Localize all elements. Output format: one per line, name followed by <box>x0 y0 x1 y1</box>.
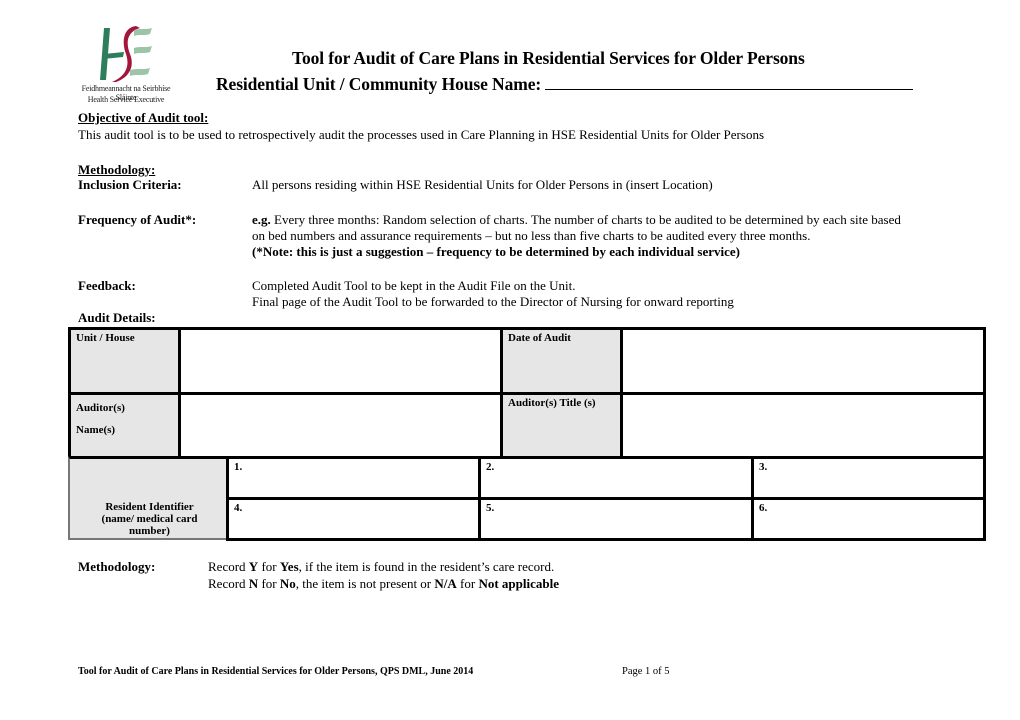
frequency-note: (*Note: this is just a suggestion – freq… <box>252 244 740 259</box>
record-methodology-label: Methodology: <box>78 559 156 574</box>
feedback-label: Feedback: <box>78 278 136 293</box>
date-of-audit-label: Date of Audit <box>508 332 571 344</box>
unit-name-line: Residential Unit / Community House Name: <box>216 74 914 95</box>
inclusion-text: All persons residing within HSE Resident… <box>252 177 713 192</box>
text-run-bold: Yes <box>279 559 299 574</box>
text-run: , if the item is found in the resident’s… <box>298 559 555 574</box>
frequency-eg: e.g. <box>252 212 271 227</box>
feedback-line-2: Final page of the Audit Tool to be forwa… <box>252 294 734 309</box>
resident-3-field[interactable]: 3. <box>751 456 986 500</box>
page-number: Page 1 of 5 <box>622 666 670 677</box>
resident-identifier-label-cell: Resident Identifier (name/ medical card … <box>68 456 229 540</box>
text-run: for <box>258 576 280 591</box>
feedback-line-1: Completed Audit Tool to be kept in the A… <box>252 278 576 293</box>
record-methodology-line-2: Record N for No, the item is not present… <box>208 576 559 591</box>
resident-4-number: 4. <box>234 502 243 514</box>
auditor-name-label-cell: Auditor(s) Name(s) <box>68 392 181 459</box>
date-of-audit-field[interactable] <box>620 327 986 395</box>
unit-name-blank[interactable] <box>545 75 914 90</box>
text-run-bold: N <box>248 576 259 591</box>
hse-logo-icon <box>100 26 152 82</box>
resident-6-field[interactable]: 6. <box>751 497 986 541</box>
text-run-bold: N/A <box>434 576 457 591</box>
frequency-line-1: e.g. Every three months: Random selectio… <box>252 212 901 227</box>
resident-6-number: 6. <box>759 502 768 514</box>
resident-1-number: 1. <box>234 461 243 473</box>
logo-english-name: Health Service Executive <box>87 95 165 104</box>
inclusion-label: Inclusion Criteria: <box>78 177 182 192</box>
auditor-title-label: Auditor(s) Title (s) <box>508 397 596 409</box>
text-run: for <box>456 576 479 591</box>
unit-house-label: Unit / House <box>76 332 135 344</box>
auditor-label: Auditor(s) <box>76 402 125 414</box>
auditor-name-label: Name(s) <box>76 424 116 436</box>
text-run-bold: No <box>279 576 296 591</box>
text-run: , the item is not present or <box>295 576 435 591</box>
audit-details-heading: Audit Details: <box>78 310 156 325</box>
resident-5-field[interactable]: 5. <box>478 497 754 541</box>
resident-4-field[interactable]: 4. <box>226 497 481 541</box>
objective-text: This audit tool is to be used to retrosp… <box>78 127 764 142</box>
resident-2-number: 2. <box>486 461 495 473</box>
unit-house-field[interactable] <box>178 327 503 395</box>
page-title: Tool for Audit of Care Plans in Resident… <box>292 48 805 68</box>
frequency-label: Frequency of Audit*: <box>78 212 197 227</box>
record-methodology-line-1: Record Y for Yes, if the item is found i… <box>208 559 554 574</box>
methodology-heading: Methodology: <box>78 162 156 177</box>
footer-text: Tool for Audit of Care Plans in Resident… <box>78 666 474 677</box>
text-run: for <box>258 559 280 574</box>
date-of-audit-label-cell: Date of Audit <box>500 327 623 395</box>
resident-identifier-label: Resident Identifier (name/ medical card … <box>101 501 198 537</box>
hse-logo: Feidhmeannacht na Seirbhíse Sláinte Heal… <box>74 24 178 110</box>
frequency-line-2: on bed numbers and assurance requirement… <box>252 228 811 243</box>
auditor-name-field[interactable] <box>178 392 503 459</box>
frequency-text-1: Every three months: Random selection of … <box>270 212 901 227</box>
resident-3-number: 3. <box>759 461 768 473</box>
auditor-title-field[interactable] <box>620 392 986 459</box>
text-run: Record <box>208 576 249 591</box>
text-run-bold: Y <box>248 559 259 574</box>
objective-heading: Objective of Audit tool: <box>78 110 209 125</box>
unit-house-label-cell: Unit / House <box>68 327 181 395</box>
text-run-bold: Not applicable <box>478 576 559 591</box>
unit-name-label: Residential Unit / Community House Name: <box>216 74 542 94</box>
resident-1-field[interactable]: 1. <box>226 456 481 500</box>
text-run: Record <box>208 559 249 574</box>
auditor-title-label-cell: Auditor(s) Title (s) <box>500 392 623 459</box>
resident-2-field[interactable]: 2. <box>478 456 754 500</box>
resident-5-number: 5. <box>486 502 495 514</box>
